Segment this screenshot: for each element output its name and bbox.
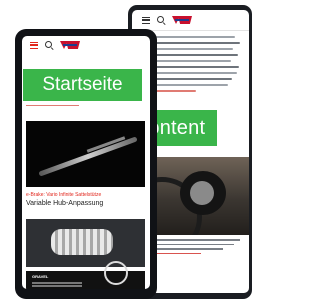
wheel-icon: [104, 261, 128, 285]
seatpost-product-photo[interactable]: [26, 121, 145, 187]
startseite-banner-label: Startseite: [42, 74, 123, 95]
hamburger-icon[interactable]: [142, 16, 150, 24]
search-icon[interactable]: [157, 16, 165, 24]
advertisement-banner[interactable]: GRAVEL: [26, 261, 145, 289]
front-nav-bar: [22, 36, 150, 54]
article-title[interactable]: Variable Hub-Anpassung: [26, 200, 103, 207]
startseite-banner: Startseite: [23, 69, 142, 101]
brand-logo[interactable]: [172, 16, 192, 24]
ad-brand: GRAVEL: [32, 274, 49, 279]
hub-bearing-photo[interactable]: [26, 219, 145, 267]
front-phone-device: e-Brake: Vario Infinite Sattelstütze Var…: [15, 29, 157, 299]
back-nav-bar: [132, 10, 249, 31]
brand-logo[interactable]: [60, 41, 80, 49]
article-tag[interactable]: e-Brake: Vario Infinite Sattelstütze: [26, 192, 101, 198]
search-icon[interactable]: [45, 41, 53, 49]
hamburger-icon[interactable]: [30, 41, 38, 49]
